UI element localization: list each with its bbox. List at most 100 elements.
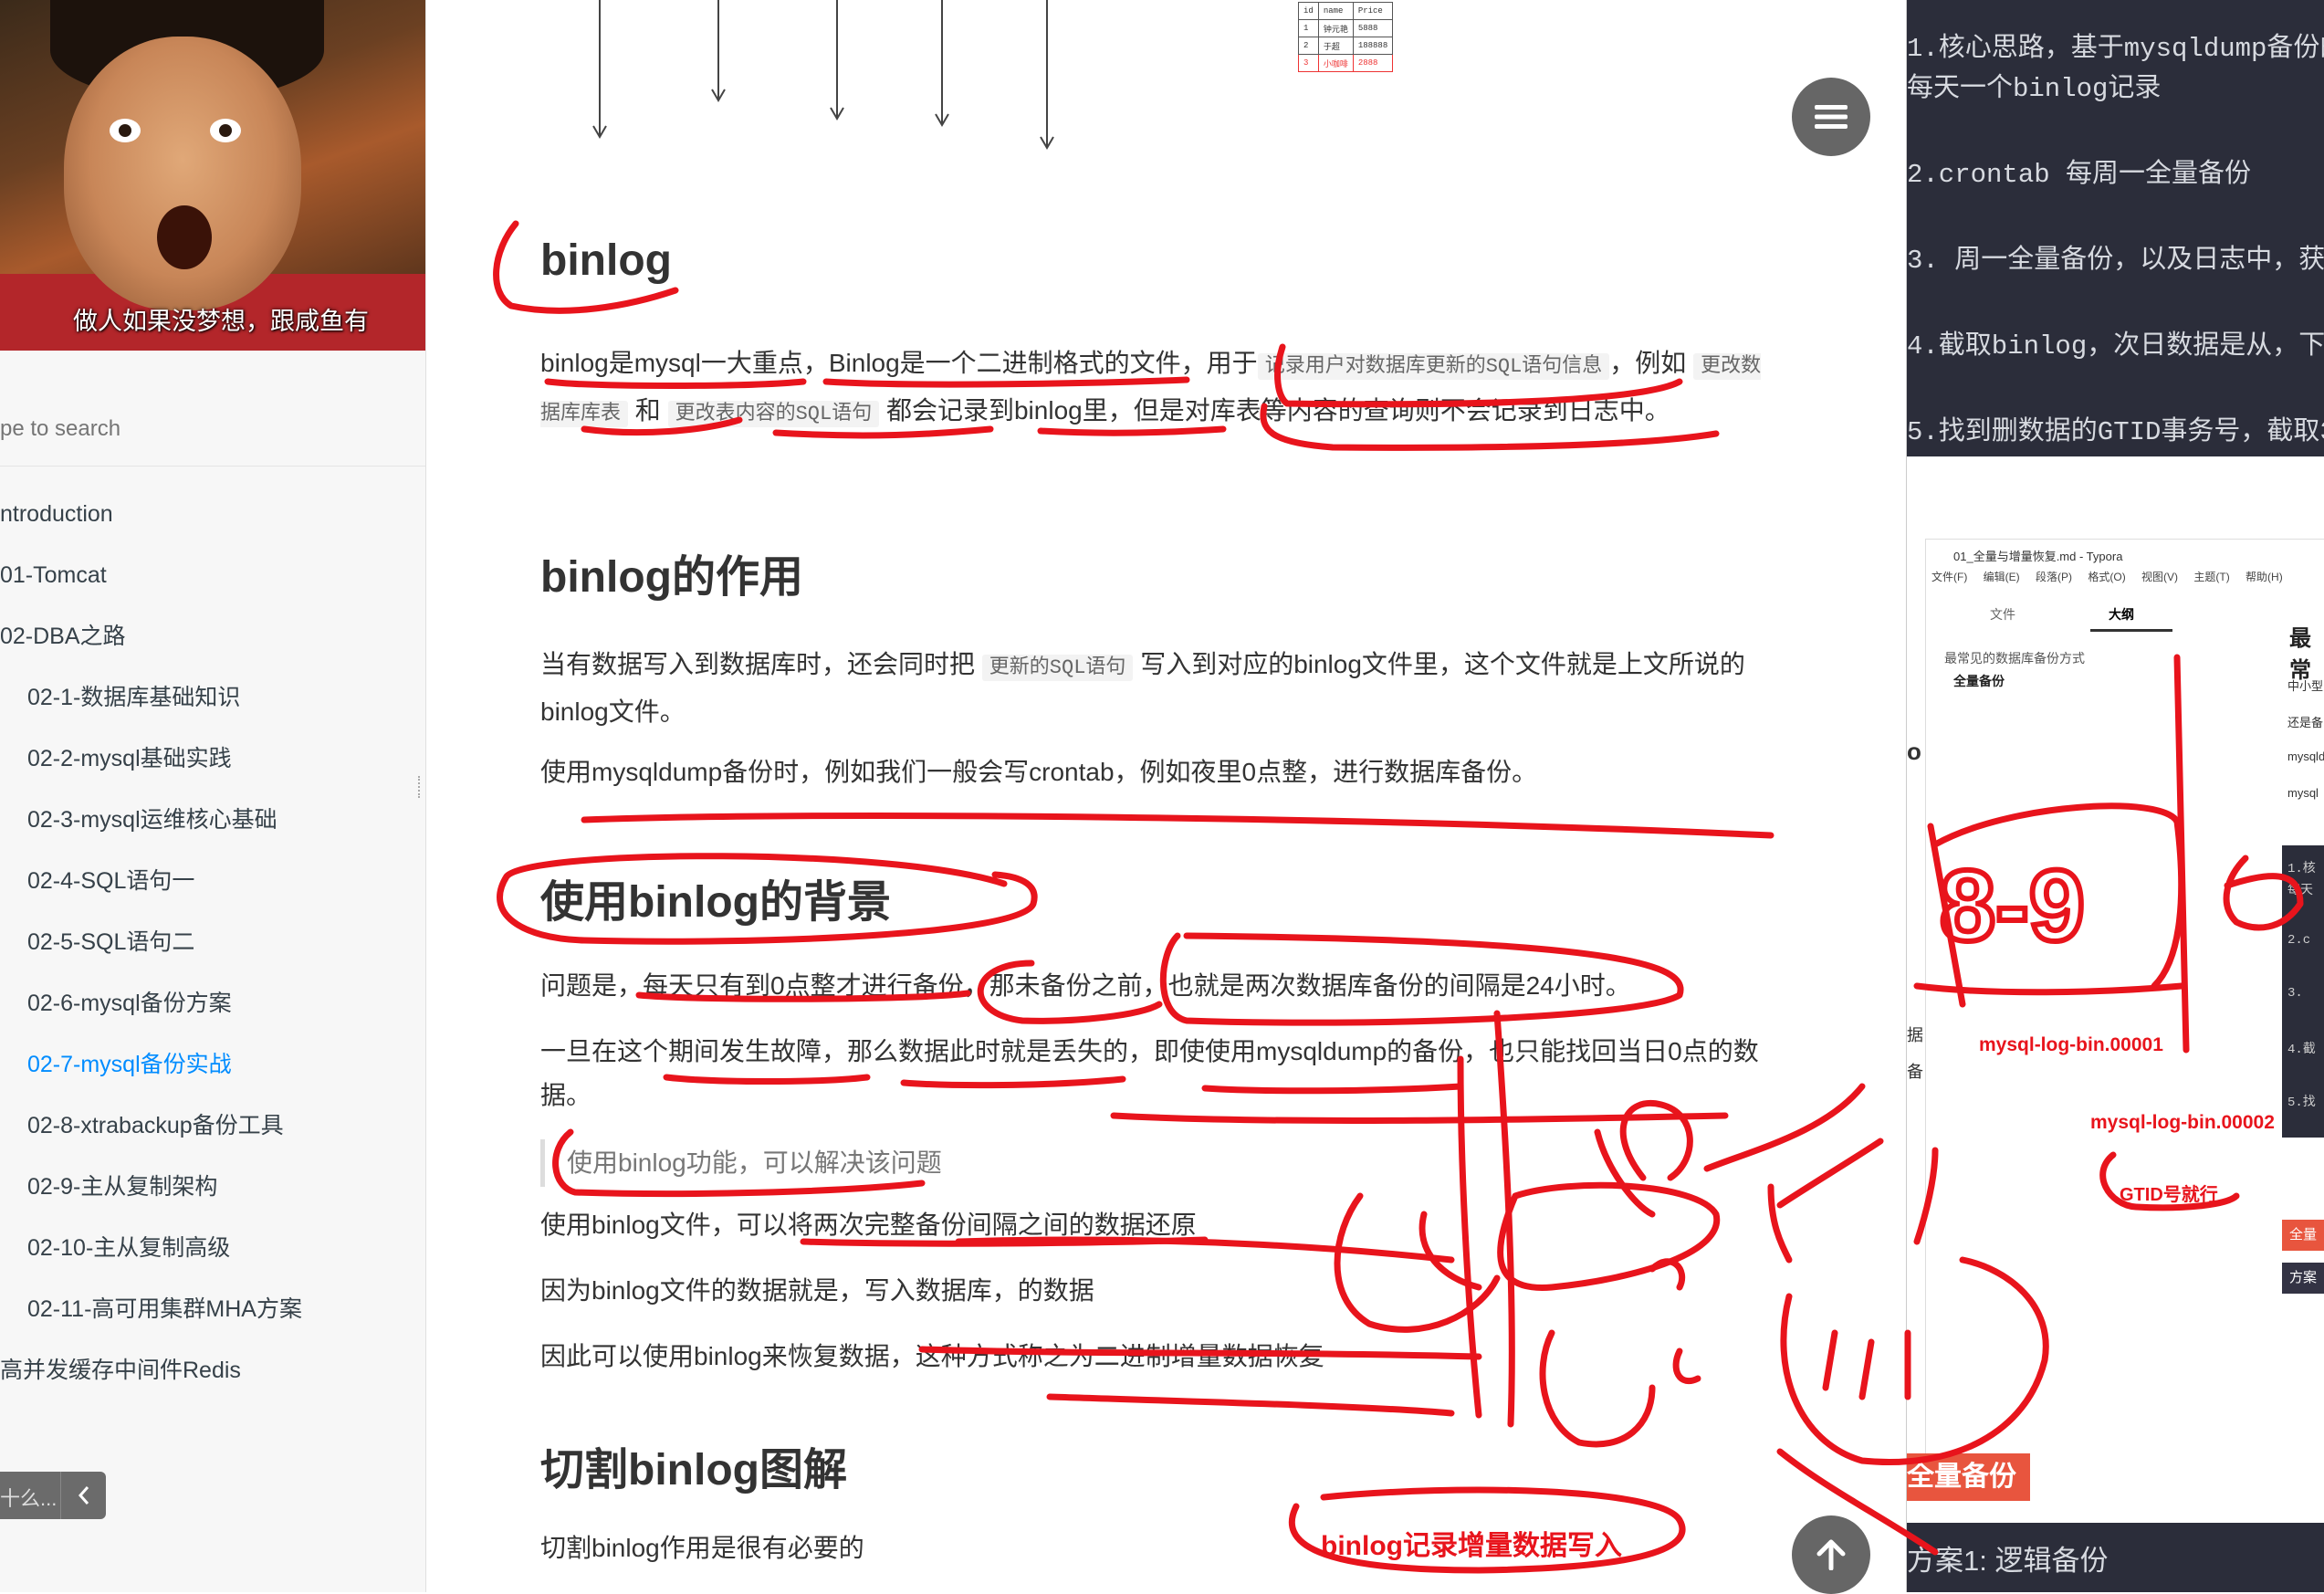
arrow-up-icon [1816,1539,1846,1570]
code-line: 1.核 [2287,862,2316,876]
search-input[interactable] [0,407,402,451]
sidebar-toggle-text: 十么... [0,1487,58,1510]
chevron-left-icon [78,1486,89,1505]
paragraph-mysqldump: 使用mysqldump备份时，例如我们一般会写crontab，例如夜里0点整，进… [540,758,1538,786]
menu-theme[interactable]: 主题(T) [2193,571,2229,583]
menu-paragraph[interactable]: 段落(P) [2036,571,2072,583]
sidebar-item-introduction[interactable]: ntroduction [0,484,425,545]
sidebar-item-02-5[interactable]: 02-5-SQL语句二 [0,912,425,973]
doc-line: 还是备 [2287,716,2324,729]
sidebar-item-02-1[interactable]: 02-1-数据库基础知识 [0,667,425,729]
menu-button[interactable] [1792,78,1870,156]
paragraph-failure: 一旦在这个期间发生故障，那么数据此时就是丢失的，即使使用mysqldump的备份… [540,1037,1759,1109]
notes-code-block: 1.核心思路，基于mysqldump备份的 每天一个binlog记录 2.cro… [1907,0,2324,456]
section-badge: 全量备份 [1907,1453,2030,1501]
annotation-log1: mysql-log-bin.00001 [1979,1034,2163,1055]
text: 都会记录到binlog里，但是对库表等内容的查询则不会记录到日志中。 [885,396,1670,425]
text: binlog是mysql一大重点，Binlog是一个二进制格式的文件，用于 [540,349,1258,377]
menu-edit[interactable]: 编辑(E) [1984,571,2020,583]
sidebar-item-02-11[interactable]: 02-11-高可用集群MHA方案 [0,1279,425,1340]
diagram-arrows [592,0,1054,150]
heading-cut-binlog: 切割binlog图解 [540,1446,847,1494]
paragraph-binlog-data: 因为binlog文件的数据就是，写入数据库，的数据 [540,1276,1094,1305]
sidebar-item-02-8[interactable]: 02-8-xtrabackup备份工具 [0,1096,425,1157]
doc-badge: 全量 [2282,1220,2324,1251]
outline-item[interactable]: 全量备份 [1953,672,2005,690]
blockquote: 使用binlog功能，可以解决该问题 [540,1139,942,1187]
sidebar-item-tomcat[interactable]: 01-Tomcat [0,545,425,606]
note-line: 每天一个binlog记录 [1907,74,2162,104]
note-line: 方案1: 逻辑备份 [1907,1545,2109,1577]
menu-icon [1815,105,1848,129]
heading-binlog-background: 使用binlog的背景 [540,878,891,927]
sidebar-item-02-3[interactable]: 02-3-mysql运维核心基础 [0,790,425,851]
sidebar-item-02-10[interactable]: 02-10-主从复制高级 [0,1218,425,1279]
table-cell: 钟元艳 [1317,19,1354,37]
sidebar-collapse-button[interactable] [60,1472,107,1519]
menu-help[interactable]: 帮助(H) [2245,571,2283,583]
fragment-text: 据 [1907,1026,1923,1044]
table-cell: 2888 [1352,54,1394,72]
doc-title: 最常 [2289,626,2311,683]
table-header: id [1298,2,1319,20]
binlog-diagram: id name Price 1 钟元艳 5888 2 于超 188888 3 小咖啡 2888 [426,0,1905,164]
fragment-text: 备 [1907,1063,1923,1081]
tab-underline [2090,629,2172,632]
heading-binlog: binlog [540,236,672,285]
sidebar-item-02-9[interactable]: 02-9-主从复制架构 [0,1157,425,1218]
sidebar-item-02-4[interactable]: 02-4-SQL语句一 [0,851,425,912]
table-cell: 2 [1298,37,1319,55]
doc-badge: 方案 [2282,1263,2324,1294]
sidebar-toggle[interactable]: 十么... [0,1472,106,1519]
inline-code: 更改表内容的SQL语句 [667,401,880,427]
menu-view[interactable]: 视图(V) [2141,571,2178,583]
sidebar: 做人如果没梦想，跟咸鱼有 ntroduction 01-Tomcat 02-DB… [0,0,426,1592]
annotation-log2: mysql-log-bin.00002 [2090,1112,2275,1133]
fragment-text: o [1907,738,1921,765]
doc-code-block: 1.核 每天 2.c 3. 4.截 5.找 [2282,845,2324,1138]
outline-item[interactable]: 最常见的数据库备份方式 [1944,649,2085,667]
menu-format[interactable]: 格式(O) [2088,571,2125,583]
sidebar-nav: ntroduction 01-Tomcat 02-DBA之路 02-1-数据库基… [0,484,425,1401]
text: 当有数据写入到数据库时，还会同时把 [540,650,976,678]
code-line: 2.c [2287,933,2311,948]
note-line: 4.截取binlog，次日数据是从，下一 [1907,331,2324,362]
annotation-binlog-write: binlog记录增量数据写入 [1321,1531,1622,1561]
table-cell: 188888 [1352,37,1394,55]
table-cell: 于超 [1317,37,1354,55]
paragraph-binlog-intro: binlog是mysql一大重点，Binlog是一个二进制格式的文件，用于 记录用… [540,341,1764,436]
diagram-table: id name Price 1 钟元艳 5888 2 于超 188888 3 小咖啡 2888 [1298,2,1394,72]
table-cell: 小咖啡 [1317,54,1354,72]
resize-handle[interactable] [418,776,425,798]
table-header: name [1317,2,1354,20]
paragraph-restore: 使用binlog文件，可以将两次完整备份间隔之间的数据还原 [540,1211,1197,1239]
sidebar-item-02-7-active[interactable]: 02-7-mysql备份实战 [0,1034,425,1096]
right-panel: 1.核心思路，基于mysqldump备份的 每天一个binlog记录 2.cro… [1906,0,2324,1592]
doc-line: 中小型 [2287,679,2324,693]
back-to-top-button[interactable] [1792,1515,1870,1594]
code-line: 每天 [2287,884,2313,898]
paragraph-incremental: 因此可以使用binlog来恢复数据，这种方式称之为二进制增量数据恢复 [540,1342,1324,1370]
tab-outline[interactable]: 大纲 [2109,605,2134,624]
paragraph-binlog-role: 当有数据写入到数据库时，还会同时把 更新的SQL语句 写入到对应的binlog文… [540,643,1764,734]
code-line: 3. [2287,986,2303,1001]
sidebar-item-02-2[interactable]: 02-2-mysql基础实践 [0,729,425,790]
sidebar-item-02-6[interactable]: 02-6-mysql备份方案 [0,973,425,1034]
tab-file[interactable]: 文件 [1990,605,2015,624]
note-line: 2.crontab 每周一全量备份 [1907,160,2252,190]
sidebar-item-redis[interactable]: 高并发缓存中间件Redis [0,1340,425,1401]
table-cell: 3 [1298,54,1319,72]
paragraph-problem: 问题是，每天只有到0点整才进行备份，那未备份之前，也就是两次数据库备份的间隔是2… [540,971,1631,1000]
menu-file[interactable]: 文件(F) [1931,571,1967,583]
typora-window: 01_全量与增量恢复.md - Typora 文件(F) 编辑(E) 段落(P)… [1925,539,2324,1498]
inline-code: 更新的SQL语句 [981,655,1134,681]
doc-line: mysqld [2287,750,2324,763]
annotation-gtid: GTID号就行 [2120,1185,2218,1205]
search-box[interactable] [0,393,425,467]
code-line: 4.截 [2287,1043,2316,1057]
sidebar-item-dba[interactable]: 02-DBA之路 [0,606,425,667]
avatar-image: 做人如果没梦想，跟咸鱼有 [0,0,425,351]
inline-code: 记录用户对数据库更新的SQL语句信息 [1257,353,1610,380]
heading-binlog-role: binlog的作用 [540,553,803,602]
avatar-caption: 做人如果没梦想，跟咸鱼有 [73,308,369,335]
